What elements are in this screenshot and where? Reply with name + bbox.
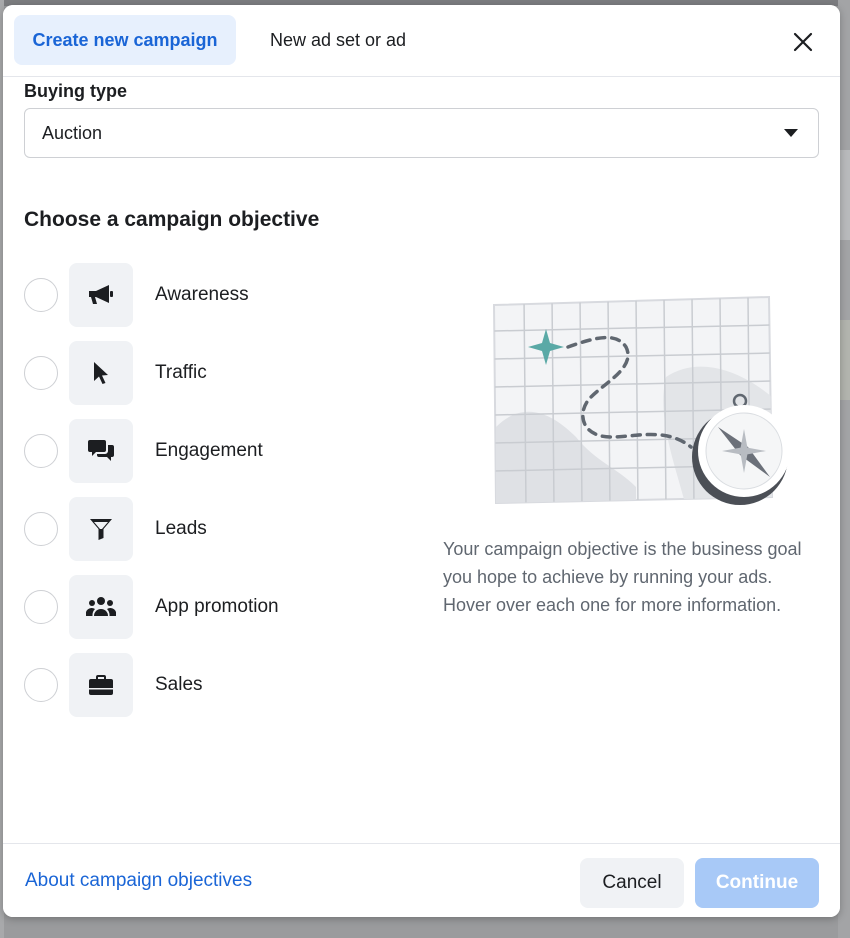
caret-down-icon: [784, 129, 798, 137]
objective-description: Your campaign objective is the business …: [443, 539, 802, 615]
dialog-header: Create new campaign New ad set or ad: [3, 5, 840, 77]
objective-label: Sales: [155, 674, 203, 695]
map-compass-illustration: [492, 295, 790, 505]
chat-bubbles-icon: [88, 440, 114, 461]
megaphone-icon: [89, 285, 113, 304]
campaign-dialog: Create new campaign New ad set or ad Buy…: [3, 5, 840, 917]
objective-icon-tile: [69, 263, 133, 327]
objective-radio[interactable]: [24, 278, 58, 312]
continue-button[interactable]: Continue: [695, 858, 819, 908]
objective-icon-tile: [69, 419, 133, 483]
cancel-button[interactable]: Cancel: [580, 858, 684, 908]
objective-radio[interactable]: [24, 668, 58, 702]
objective-icon-tile: [69, 497, 133, 561]
buying-type-select[interactable]: Auction: [24, 108, 819, 158]
objective-icon-tile: [69, 653, 133, 717]
dialog-body: Buying type Auction Choose a campaign ob…: [3, 77, 840, 843]
objective-label: Awareness: [155, 284, 249, 305]
funnel-icon: [90, 519, 112, 540]
objective-radio[interactable]: [24, 512, 58, 546]
objective-icon-tile: [69, 341, 133, 405]
tab-create-new-campaign[interactable]: Create new campaign: [14, 15, 236, 65]
cursor-icon: [94, 362, 108, 384]
objective-label: Leads: [155, 518, 207, 539]
objective-awareness[interactable]: Awareness: [24, 263, 404, 327]
close-icon: [793, 32, 813, 52]
tab-label: Create new campaign: [32, 29, 218, 50]
close-button[interactable]: [784, 23, 822, 61]
objective-engagement[interactable]: Engagement: [24, 419, 404, 483]
objective-label: Engagement: [155, 440, 263, 461]
objective-sales[interactable]: Sales: [24, 653, 404, 717]
objective-icon-tile: [69, 575, 133, 639]
tab-new-ad-set-or-ad[interactable]: New ad set or ad: [253, 15, 423, 65]
objective-label: Traffic: [155, 362, 207, 383]
briefcase-icon: [89, 675, 113, 695]
objective-radio[interactable]: [24, 356, 58, 390]
dialog-footer: About campaign objectives Cancel Continu…: [3, 843, 840, 917]
objective-radio[interactable]: [24, 590, 58, 624]
buying-type-label: Buying type: [24, 81, 128, 101]
people-icon: [86, 597, 116, 616]
objective-leads[interactable]: Leads: [24, 497, 404, 561]
tab-label: New ad set or ad: [269, 29, 407, 50]
buying-type-value: Auction: [42, 122, 103, 143]
objective-app-promotion[interactable]: App promotion: [24, 575, 404, 639]
objective-radio[interactable]: [24, 434, 58, 468]
objective-label: App promotion: [155, 596, 279, 617]
objective-traffic[interactable]: Traffic: [24, 341, 404, 405]
objective-section-title: Choose a campaign objective: [24, 208, 320, 231]
about-campaign-objectives-link[interactable]: About campaign objectives: [25, 870, 252, 892]
